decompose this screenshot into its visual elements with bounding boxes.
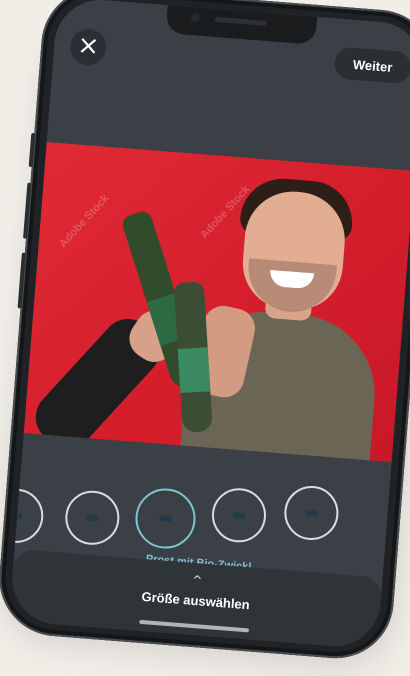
close-icon: ×	[76, 30, 101, 62]
phone-mockup: × Weiter Adobe Stock Adobe Stock Adobe S…	[0, 0, 410, 663]
sticker-mini	[86, 514, 99, 522]
volume-up-button	[23, 182, 32, 239]
camera	[190, 12, 200, 23]
sticker-thumb[interactable]	[63, 488, 122, 547]
chevron-up-icon: ^	[191, 572, 203, 588]
sticker-mini	[10, 512, 23, 520]
bottle-label	[177, 347, 211, 394]
photo-preview: Adobe Stock Adobe Stock Adobe Stock Adob…	[23, 142, 410, 463]
speaker	[214, 16, 267, 26]
home-indicator	[138, 619, 249, 633]
app-screen: × Weiter Adobe Stock Adobe Stock Adobe S…	[9, 0, 410, 650]
close-button[interactable]: ×	[68, 27, 108, 67]
silent-switch	[28, 132, 36, 168]
next-button[interactable]: Weiter	[333, 46, 410, 85]
scene: × Weiter Adobe Stock Adobe Stock Adobe S…	[0, 0, 410, 676]
watermark: Adobe Stock	[57, 192, 112, 251]
sticker-thumb-selected[interactable]	[133, 486, 198, 551]
notch	[165, 5, 317, 45]
sticker-thumb[interactable]	[9, 486, 46, 545]
volume-down-button	[17, 252, 26, 309]
sticker-mini	[159, 515, 172, 522]
sticker-thumb[interactable]	[209, 486, 269, 545]
beer-bottle	[173, 281, 213, 433]
sticker-thumb[interactable]	[282, 483, 341, 542]
sticker-mini	[305, 509, 318, 517]
sticker-mini	[232, 511, 246, 519]
